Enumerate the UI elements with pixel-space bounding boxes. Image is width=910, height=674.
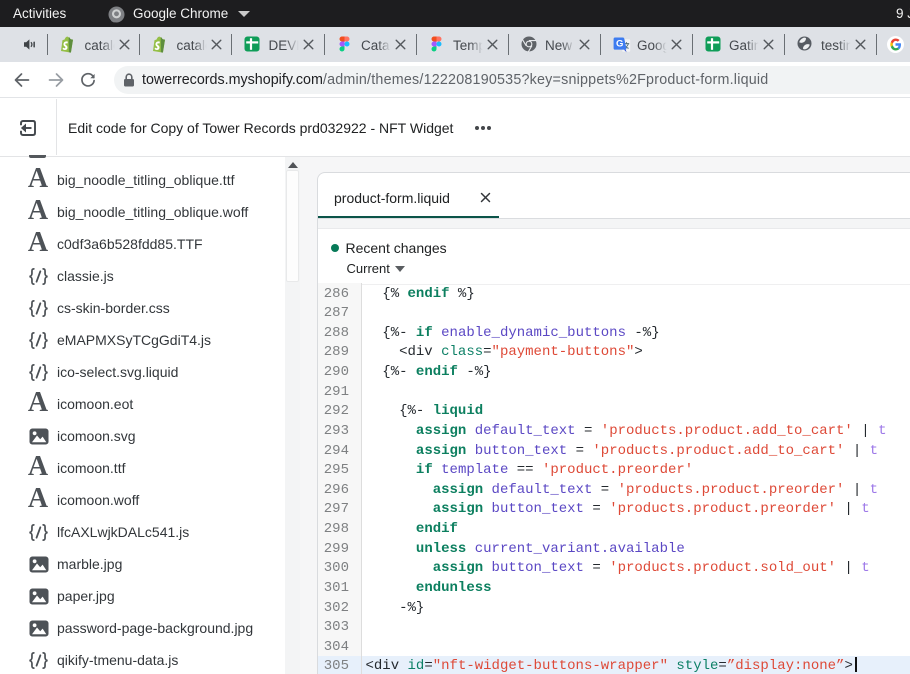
svg-text:G: G — [616, 39, 623, 50]
